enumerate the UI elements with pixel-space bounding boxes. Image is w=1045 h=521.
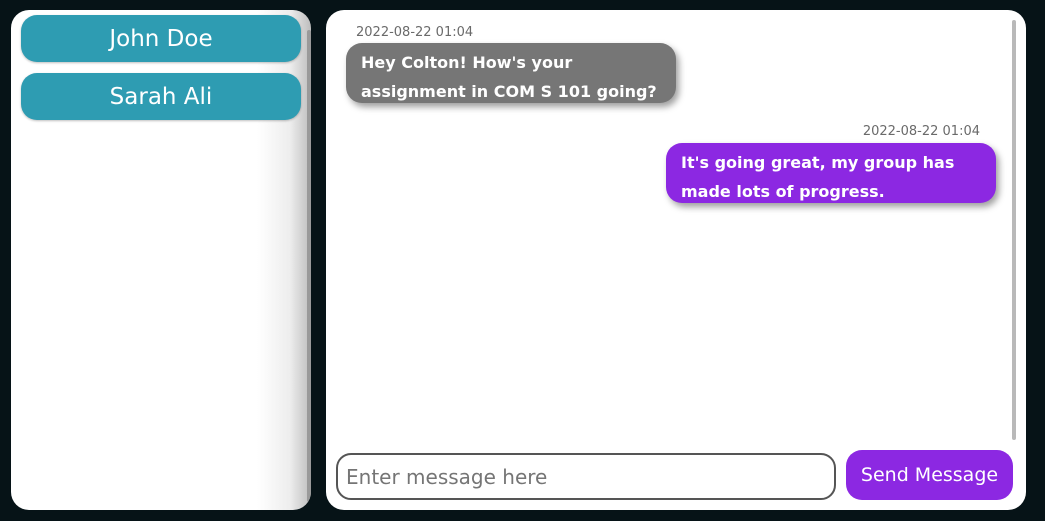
message-timestamp: 2022-08-22 01:04 <box>862 124 980 139</box>
send-message-button[interactable]: Send Message <box>846 450 1013 500</box>
chat-panel: 2022-08-22 01:04 Hey Colton! How's your … <box>326 10 1026 510</box>
contacts-sidebar: John Doe Sarah Ali <box>11 10 311 510</box>
message-input[interactable] <box>336 453 836 500</box>
contact-sarah-ali[interactable]: Sarah Ali <box>21 73 301 120</box>
message-timestamp: 2022-08-22 01:04 <box>356 25 474 40</box>
outgoing-message-bubble: It's going great, my group has made lots… <box>666 143 996 203</box>
sidebar-scrollbar[interactable] <box>307 30 311 502</box>
incoming-message-bubble: Hey Colton! How's your assignment in COM… <box>346 43 676 103</box>
contact-john-doe[interactable]: John Doe <box>21 15 301 62</box>
chat-scrollbar[interactable] <box>1012 20 1016 440</box>
